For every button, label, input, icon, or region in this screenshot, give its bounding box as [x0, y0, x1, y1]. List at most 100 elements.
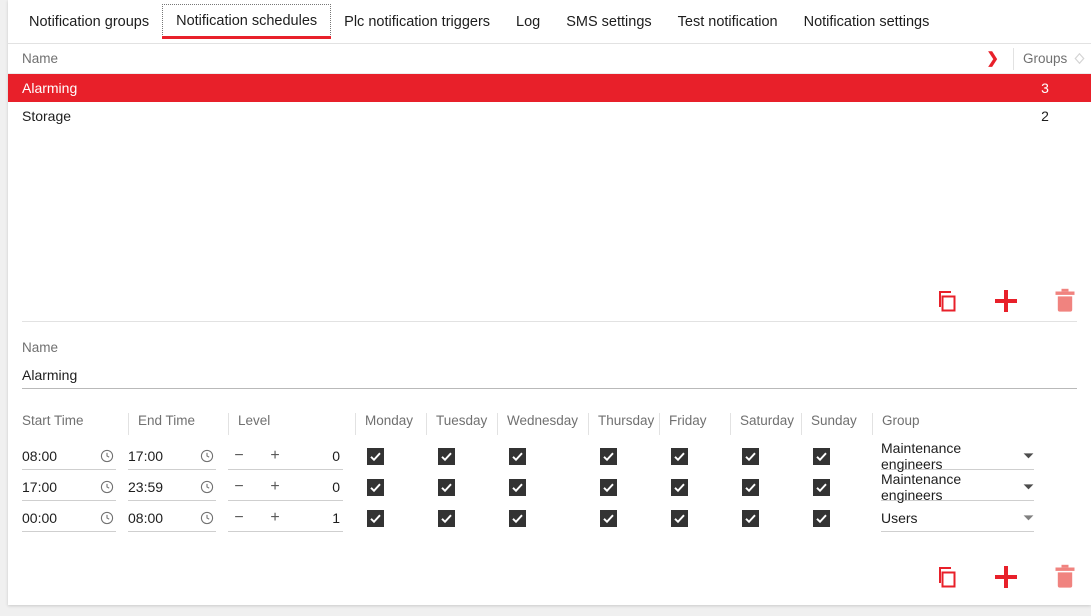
start-time-input[interactable]: 00:00 [22, 506, 116, 532]
row-groups: 3 [1041, 80, 1049, 96]
check-icon [816, 452, 827, 462]
trash-icon[interactable] [1053, 288, 1077, 314]
check-icon [370, 514, 381, 524]
tab-label: Test notification [677, 13, 778, 30]
check-icon [370, 483, 381, 493]
name-field-label: Name [22, 340, 59, 355]
column-header-name[interactable]: Name ❯ [22, 51, 1013, 66]
level-decrement-button[interactable]: − [228, 448, 250, 464]
group-select[interactable]: Maintenance engineers [881, 440, 1034, 472]
checkbox-thursday[interactable] [600, 448, 617, 465]
column-header-friday: Friday [659, 413, 730, 435]
checkbox-tuesday[interactable] [438, 479, 455, 496]
detail-action-bar [935, 563, 1077, 591]
level-decrement-button[interactable]: − [228, 479, 250, 495]
checkbox-tuesday[interactable] [438, 510, 455, 527]
checkbox-sunday[interactable] [813, 448, 830, 465]
plus-icon[interactable] [992, 287, 1020, 315]
checkbox-saturday[interactable] [742, 479, 759, 496]
checkbox-monday[interactable] [367, 448, 384, 465]
checkbox-saturday[interactable] [742, 448, 759, 465]
check-icon [441, 452, 452, 462]
level-value: 0 [332, 479, 340, 495]
clock-icon[interactable] [100, 449, 114, 463]
level-increment-button[interactable]: + [264, 448, 286, 464]
end-time-value: 17:00 [128, 448, 164, 464]
row-name: Alarming [22, 80, 78, 96]
clock-icon[interactable] [200, 449, 214, 463]
schedule-row: 17:00 23:59 − + 0 Maintenance engineers [22, 471, 1077, 503]
start-time-input[interactable]: 17:00 [22, 475, 116, 501]
checkbox-friday[interactable] [671, 510, 688, 527]
end-time-input[interactable]: 08:00 [128, 506, 216, 532]
copy-icon[interactable] [935, 289, 959, 313]
checkbox-tuesday[interactable] [438, 448, 455, 465]
start-time-value: 00:00 [22, 510, 58, 526]
end-time-input[interactable]: 23:59 [128, 475, 216, 501]
start-time-input[interactable]: 08:00 [22, 444, 116, 470]
group-value: Maintenance engineers [881, 471, 962, 503]
start-time-value: 08:00 [22, 448, 58, 464]
check-icon [370, 452, 381, 462]
content-panel: Notification groups Notification schedul… [8, 0, 1091, 605]
tab-notification-schedules[interactable]: Notification schedules [162, 4, 332, 39]
column-header-level: Level [228, 413, 355, 435]
table-row[interactable]: Storage 2 [8, 102, 1091, 130]
column-header-sunday: Sunday [801, 413, 872, 435]
group-select[interactable]: Maintenance engineers [881, 471, 1034, 503]
trash-icon[interactable] [1053, 564, 1077, 590]
end-time-value: 23:59 [128, 479, 164, 495]
name-input[interactable] [22, 367, 1077, 389]
tab-test-notification[interactable]: Test notification [665, 0, 791, 43]
tab-notification-settings[interactable]: Notification settings [791, 0, 943, 43]
check-icon [745, 452, 756, 462]
schedule-table: Start Time End Time Level Monday Tuesday… [22, 413, 1077, 534]
tab-log[interactable]: Log [503, 0, 553, 43]
clock-icon[interactable] [100, 480, 114, 494]
table-row[interactable]: Alarming 3 [8, 74, 1091, 102]
tab-label: Plc notification triggers [344, 13, 491, 30]
check-icon [745, 483, 756, 493]
start-time-value: 17:00 [22, 479, 58, 495]
level-increment-button[interactable]: + [264, 510, 286, 526]
column-header-groups[interactable]: Groups [1013, 47, 1091, 70]
plus-icon[interactable] [992, 563, 1020, 591]
checkbox-thursday[interactable] [600, 510, 617, 527]
tab-label: Notification settings [803, 13, 930, 30]
chevron-down-icon[interactable]: ❯ [986, 51, 999, 66]
checkbox-wednesday[interactable] [509, 479, 526, 496]
tab-plc-notification-triggers[interactable]: Plc notification triggers [331, 0, 503, 43]
checkbox-wednesday[interactable] [509, 510, 526, 527]
checkbox-sunday[interactable] [813, 510, 830, 527]
checkbox-monday[interactable] [367, 479, 384, 496]
checkbox-friday[interactable] [671, 448, 688, 465]
checkbox-thursday[interactable] [600, 479, 617, 496]
checkbox-saturday[interactable] [742, 510, 759, 527]
clock-icon[interactable] [100, 511, 114, 525]
chevron-down-icon [1023, 484, 1034, 490]
clock-icon[interactable] [200, 511, 214, 525]
end-time-input[interactable]: 17:00 [128, 444, 216, 470]
checkbox-friday[interactable] [671, 479, 688, 496]
end-time-value: 08:00 [128, 510, 164, 526]
list-action-bar [935, 287, 1077, 315]
checkbox-sunday[interactable] [813, 479, 830, 496]
tab-notification-groups[interactable]: Notification groups [16, 0, 162, 43]
level-increment-button[interactable]: + [264, 479, 286, 495]
clock-icon[interactable] [200, 480, 214, 494]
group-select[interactable]: Users [881, 506, 1034, 532]
checkbox-wednesday[interactable] [509, 448, 526, 465]
level-decrement-button[interactable]: − [228, 510, 250, 526]
column-header-monday: Monday [355, 413, 426, 435]
column-header-end-time: End Time [128, 413, 228, 435]
schedule-table-header: Start Time End Time Level Monday Tuesday… [22, 413, 1077, 441]
check-icon [603, 452, 614, 462]
schedule-row: 08:00 17:00 − + 0 Maintenance engineers [22, 440, 1077, 472]
column-header-saturday: Saturday [730, 413, 801, 435]
sort-diamond-icon[interactable] [1074, 53, 1085, 64]
checkbox-monday[interactable] [367, 510, 384, 527]
tab-sms-settings[interactable]: SMS settings [553, 0, 664, 43]
copy-icon[interactable] [935, 565, 959, 589]
chevron-down-icon [1023, 515, 1034, 521]
check-icon [674, 483, 685, 493]
